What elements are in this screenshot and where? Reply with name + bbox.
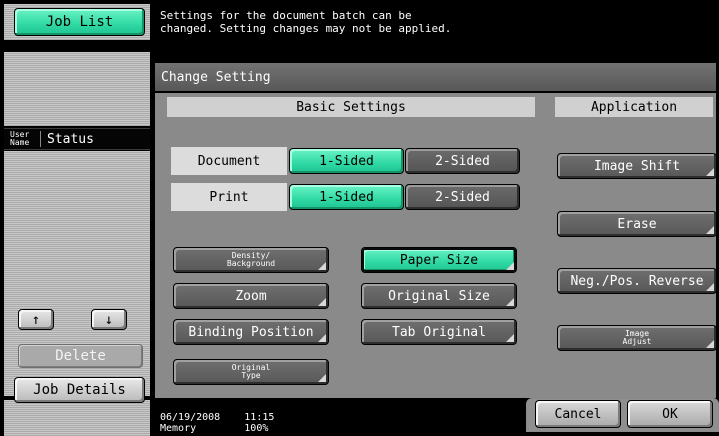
dialog-body: Basic Settings Document 1-Sided 2-Sided … — [155, 93, 719, 398]
document-2-sided-option[interactable]: 2-Sided — [405, 148, 520, 174]
arrow-down-icon: ↓ — [104, 311, 114, 328]
scroll-up-button[interactable]: ↑ — [18, 309, 54, 330]
message-bar: Settings for the document batch can be c… — [152, 0, 719, 58]
dialog-title: Change Setting — [155, 63, 716, 91]
scroll-down-button[interactable]: ↓ — [91, 309, 127, 330]
document-label: Document — [171, 147, 287, 175]
basic-settings-header: Basic Settings — [167, 97, 535, 117]
user-name-column-header: User Name — [10, 130, 30, 147]
print-label: Print — [171, 183, 287, 211]
status-bar: 06/19/2008 11:15 Memory 100% Cancel OK — [152, 398, 719, 436]
paper-size-button[interactable]: Paper Size — [361, 247, 517, 273]
erase-button[interactable]: Erase — [557, 211, 717, 237]
basic-settings-panel: Basic Settings Document 1-Sided 2-Sided … — [167, 97, 545, 391]
original-size-button[interactable]: Original Size — [361, 283, 517, 309]
message-text: Settings for the document batch can be c… — [160, 9, 452, 35]
job-list-header: User Name Status — [4, 128, 150, 150]
original-type-button[interactable]: Original Type — [173, 359, 329, 385]
print-1-sided-option[interactable]: 1-Sided — [289, 184, 404, 210]
status-column-header: Status — [47, 131, 94, 147]
zoom-button[interactable]: Zoom — [173, 283, 329, 309]
delete-button[interactable]: Delete — [18, 344, 143, 368]
left-panel-bottom-area — [4, 400, 150, 436]
document-1-sided-option[interactable]: 1-Sided — [289, 148, 404, 174]
left-panel-divider-area — [4, 52, 150, 126]
date-time-memory-readout: 06/19/2008 11:15 Memory 100% — [160, 412, 275, 434]
neg-pos-reverse-button[interactable]: Neg./Pos. Reverse — [557, 268, 717, 294]
image-shift-button[interactable]: Image Shift — [557, 153, 717, 179]
ok-button[interactable]: OK — [627, 400, 713, 428]
cancel-button[interactable]: Cancel — [535, 400, 621, 428]
change-setting-dialog: Change Setting Basic Settings Document 1… — [152, 60, 719, 398]
left-panel: Job List User Name Status ↑ ↓ Delete Job… — [0, 0, 152, 436]
print-2-sided-option[interactable]: 2-Sided — [405, 184, 520, 210]
application-header: Application — [555, 97, 713, 117]
image-adjust-button[interactable]: Image Adjust — [557, 325, 717, 351]
application-panel: Application Image Shift Erase Neg./Pos. … — [555, 97, 719, 391]
tab-original-button[interactable]: Tab Original — [361, 319, 517, 345]
arrow-up-icon: ↑ — [31, 311, 41, 328]
density-background-button[interactable]: Density/ Background — [173, 247, 329, 273]
job-list-button[interactable]: Job List — [14, 8, 145, 36]
job-details-button[interactable]: Job Details — [14, 377, 145, 403]
binding-position-button[interactable]: Binding Position — [173, 319, 329, 345]
column-divider — [40, 131, 41, 147]
